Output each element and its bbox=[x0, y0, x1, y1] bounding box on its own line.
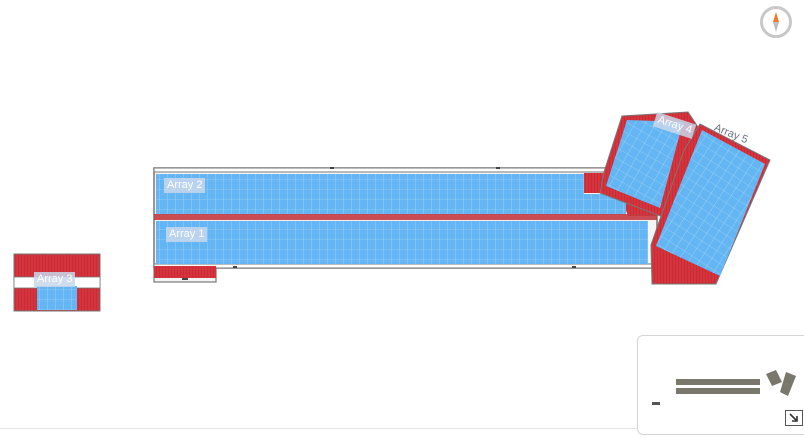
array-1-panels[interactable] bbox=[156, 221, 648, 264]
minimap[interactable] bbox=[637, 335, 804, 435]
minimap-preview bbox=[652, 370, 796, 405]
array-3-label[interactable]: Array 3 bbox=[34, 272, 76, 287]
array-2-panels-lower[interactable] bbox=[156, 194, 626, 214]
array-1-label[interactable]: Array 1 bbox=[166, 227, 208, 242]
compass-icon[interactable] bbox=[760, 6, 792, 38]
expand-icon[interactable] bbox=[785, 410, 803, 426]
minus-icon bbox=[652, 402, 660, 405]
compass-needle bbox=[773, 12, 779, 32]
array-2-label[interactable]: Array 2 bbox=[164, 178, 206, 193]
divider bbox=[0, 428, 637, 429]
array-2-panels[interactable] bbox=[156, 174, 584, 194]
